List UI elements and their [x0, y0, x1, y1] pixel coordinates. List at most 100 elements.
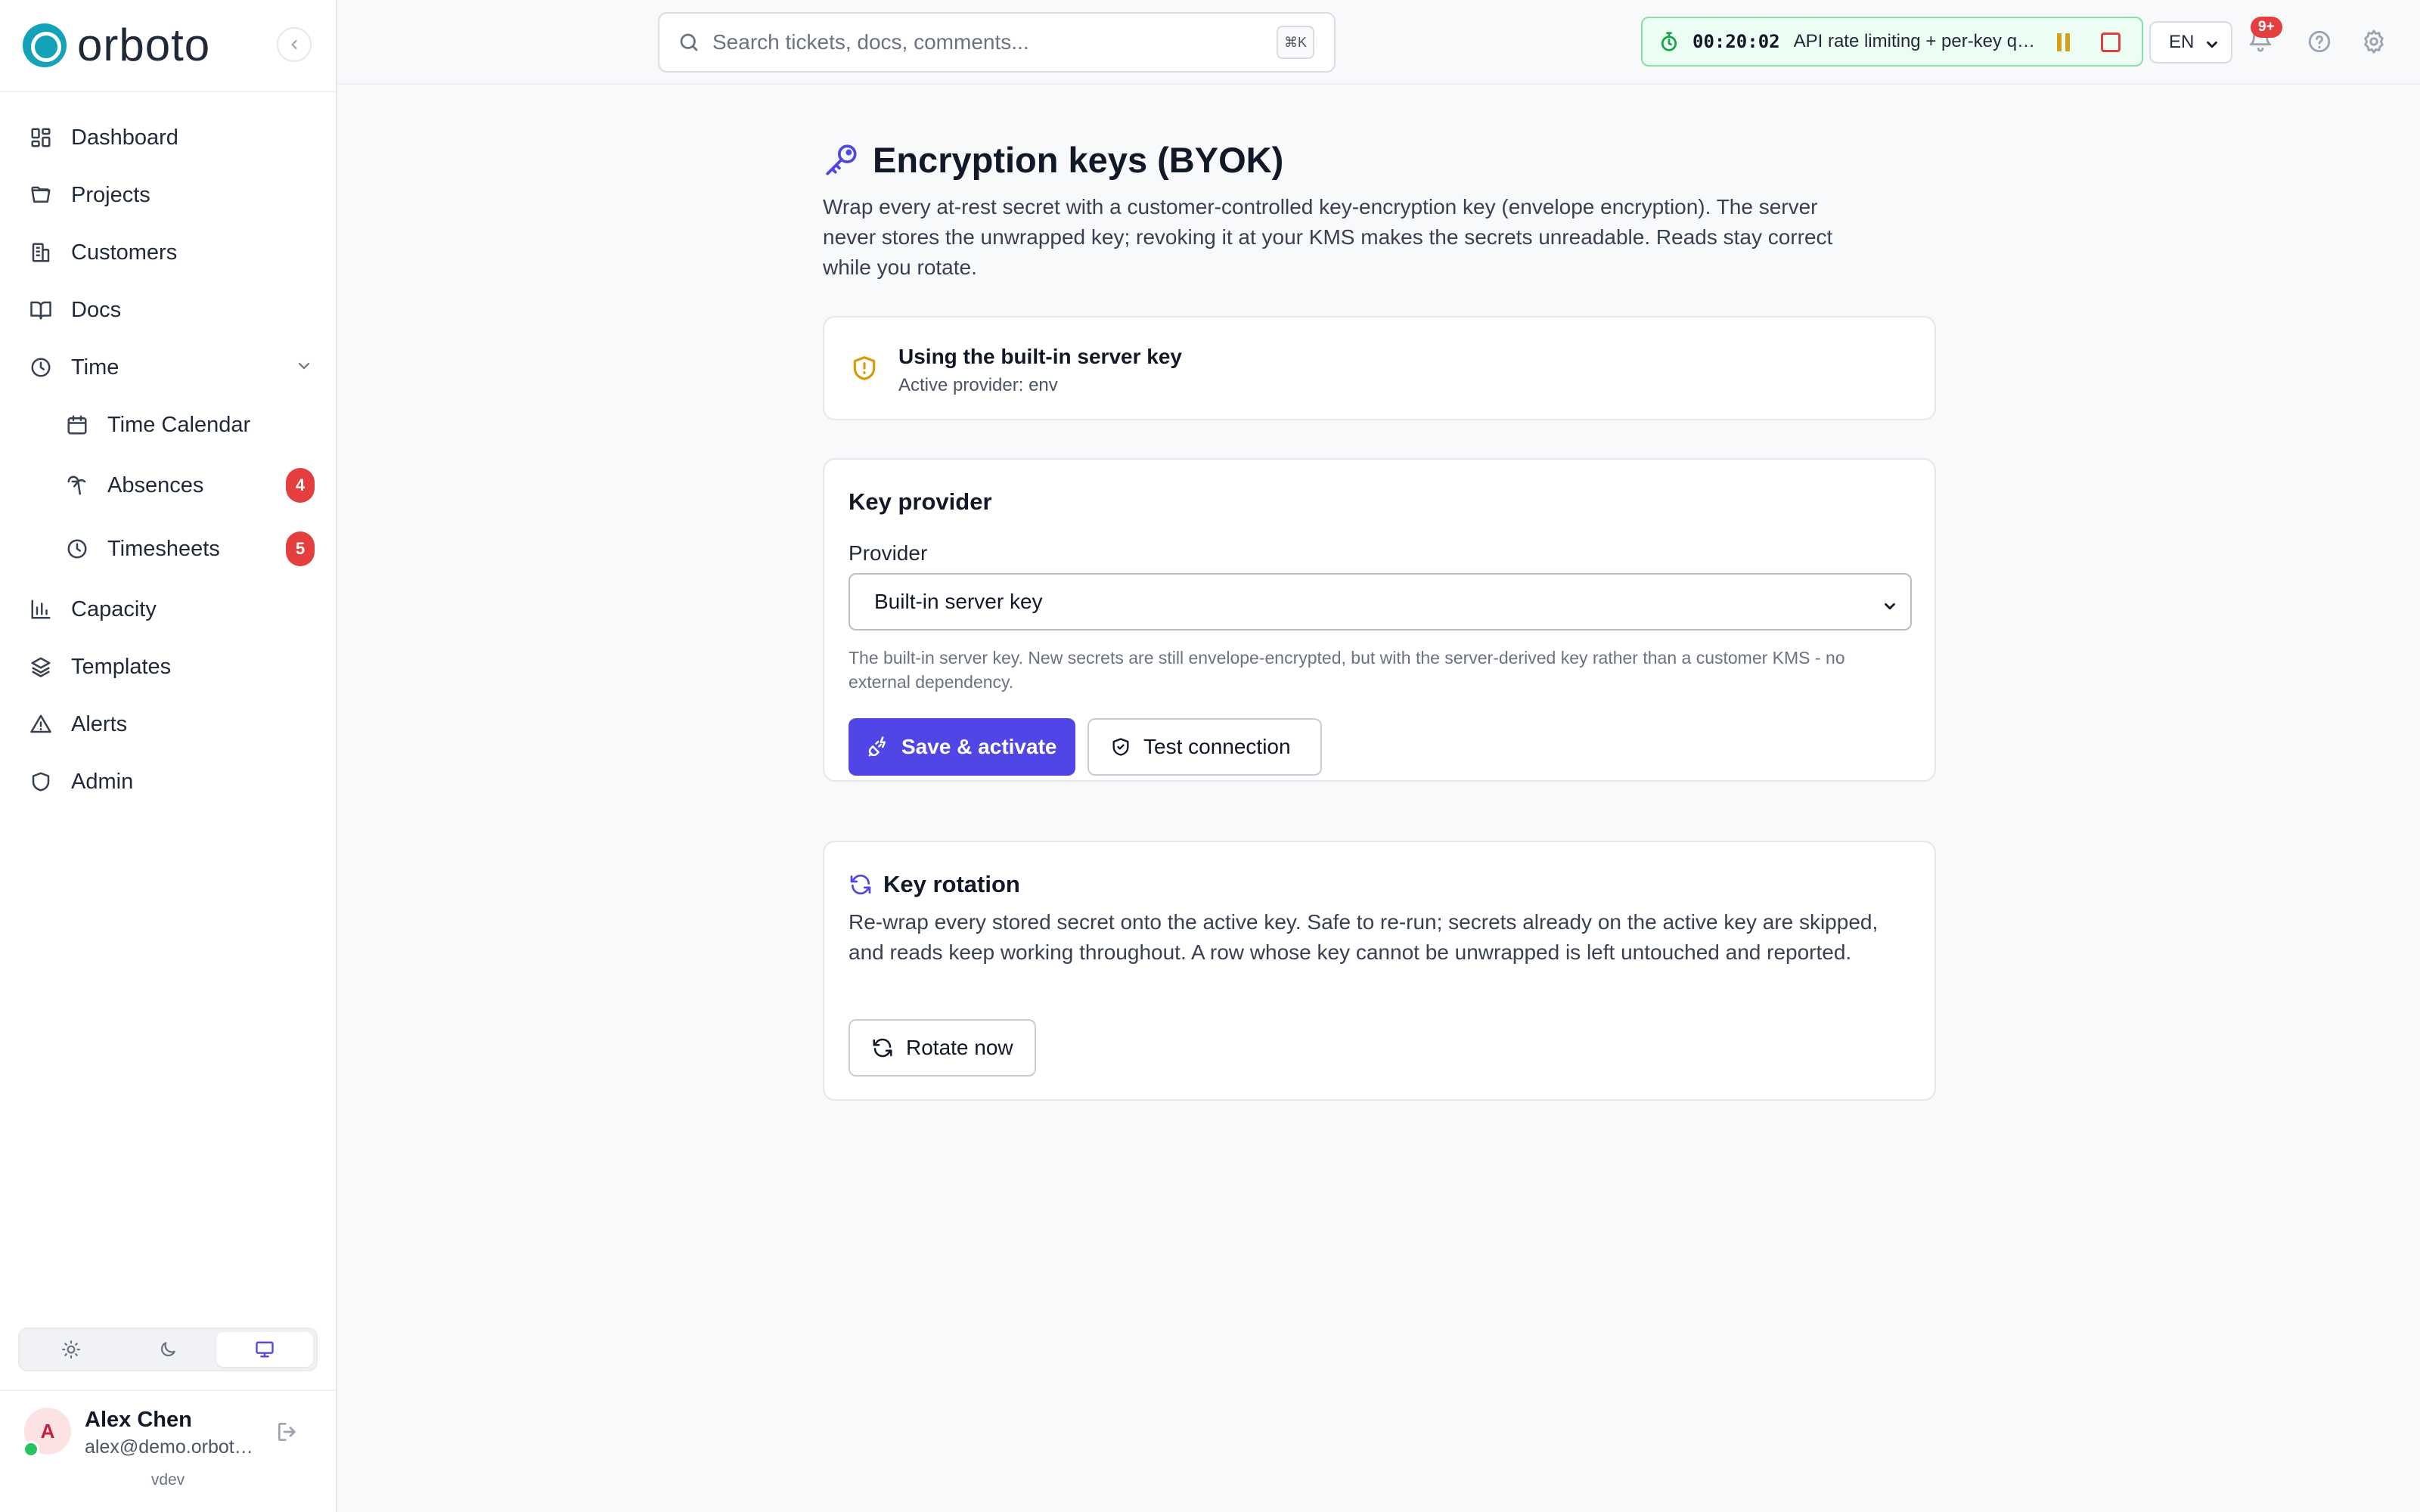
active-key-status-card: Using the built-in server key Active pro… [823, 316, 1936, 420]
help-button[interactable] [2307, 29, 2332, 58]
chevron-down-icon [2204, 36, 2220, 58]
sidebar: orboto Dashboard Projects Customers Docs… [0, 0, 337, 1512]
brand-name: orboto [77, 20, 211, 70]
folder-icon [29, 183, 53, 207]
page-header: Encryption keys (BYOK) [823, 129, 1936, 191]
save-activate-button[interactable]: Save & activate [849, 718, 1075, 776]
theme-light-button[interactable] [23, 1332, 119, 1367]
card-heading: Key rotation [883, 871, 1020, 897]
sidebar-item-label: Absences [107, 472, 204, 497]
rotation-description: Re-wrap every stored secret onto the act… [849, 910, 1879, 964]
clock-icon [29, 355, 53, 380]
sidebar-item-projects[interactable]: Projects [29, 174, 316, 216]
sidebar-item-label: Time Calendar [107, 412, 251, 437]
key-icon [823, 141, 861, 178]
refresh-icon [871, 1036, 894, 1059]
provider-help-text: The built-in server key. New secrets are… [849, 648, 1845, 692]
sidebar-item-dashboard[interactable]: Dashboard [29, 116, 316, 159]
sidebar-item-label: Templates [71, 654, 172, 679]
status-subtitle: Active provider: env [898, 375, 1058, 395]
search-input[interactable] [712, 30, 1242, 54]
notifications-badge: 9+ [2251, 17, 2282, 38]
sidebar-divider [0, 1390, 336, 1391]
sidebar-item-label: Capacity [71, 596, 157, 621]
sidebar-item-customers[interactable]: Customers [29, 231, 316, 274]
stopwatch-icon [1658, 30, 1680, 53]
sidebar-item-label: Timesheets [107, 536, 220, 561]
active-timer[interactable]: 00:20:02 API rate limiting + per-key quo… [1641, 17, 2143, 67]
provider-label: Provider [849, 541, 928, 565]
sidebar-item-capacity[interactable]: Capacity [29, 588, 316, 631]
search-icon [678, 31, 700, 54]
provider-selected-value: Built-in server key [874, 590, 1043, 613]
alert-triangle-icon [29, 712, 53, 736]
gear-icon [2364, 29, 2384, 54]
language-value: EN [2169, 32, 2195, 52]
sidebar-item-admin[interactable]: Admin [29, 761, 316, 803]
key-provider-card: Key provider Provider Built-in server ke… [823, 458, 1936, 782]
rotate-now-label: Rotate now [906, 1036, 1013, 1059]
collapse-sidebar-button[interactable] [277, 27, 312, 62]
status-title: Using the built-in server key [898, 345, 1182, 368]
chevron-down-icon [295, 357, 313, 379]
help-circle-icon [2308, 30, 2331, 53]
logout-icon [278, 1423, 296, 1441]
sidebar-item-docs[interactable]: Docs [29, 289, 316, 331]
sidebar-item-label: Dashboard [71, 125, 178, 150]
user-name: Alex Chen [85, 1408, 192, 1432]
page-title: Encryption keys (BYOK) [873, 139, 1284, 180]
test-connection-label: Test connection [1143, 735, 1291, 758]
global-search[interactable]: ⌘K [658, 12, 1336, 73]
sidebar-item-absences[interactable]: Absences 4 [65, 464, 315, 507]
sidebar-item-label: Time [71, 355, 119, 380]
palm-tree-icon [65, 473, 89, 497]
user-email: alex@demo.orboto.io [85, 1436, 259, 1458]
logout-button[interactable] [275, 1420, 299, 1448]
bar-chart-icon [29, 597, 53, 621]
test-connection-button[interactable]: Test connection [1087, 718, 1322, 776]
orboto-logo-icon [23, 23, 67, 67]
user-profile[interactable]: A Alex Chen alex@demo.orboto.io [23, 1406, 319, 1459]
settings-button[interactable] [2361, 29, 2387, 58]
brand[interactable]: orboto [23, 21, 210, 70]
sidebar-item-label: Admin [71, 769, 134, 794]
sidebar-item-templates[interactable]: Templates [29, 646, 316, 688]
card-heading: Key provider [849, 488, 992, 515]
provider-select[interactable]: Built-in server key [849, 573, 1912, 631]
search-shortcut-hint: ⌘K [1277, 26, 1314, 59]
book-icon [29, 298, 53, 322]
sidebar-item-alerts[interactable]: Alerts [29, 703, 316, 745]
layers-icon [29, 655, 53, 679]
rotate-now-button[interactable]: Rotate now [849, 1019, 1036, 1077]
theme-dark-button[interactable] [119, 1332, 216, 1367]
sidebar-item-timesheets[interactable]: Timesheets 5 [65, 528, 315, 570]
sidebar-item-label: Projects [71, 182, 150, 207]
sidebar-item-label: Customers [71, 240, 178, 265]
online-status-dot [23, 1441, 39, 1458]
moon-icon [160, 1342, 175, 1357]
sidebar-item-time[interactable]: Time [29, 346, 316, 389]
sidebar-item-time-calendar[interactable]: Time Calendar [65, 404, 315, 446]
shield-check-icon [1110, 736, 1131, 758]
key-rotation-card: Key rotation Re-wrap every stored secret… [823, 841, 1936, 1101]
save-activate-label: Save & activate [901, 735, 1057, 758]
language-select[interactable]: EN [2149, 21, 2232, 64]
chevron-down-icon [1882, 596, 1898, 620]
rotation-header: Key rotation [849, 871, 1020, 898]
theme-switcher [18, 1328, 318, 1371]
sidebar-divider [0, 91, 336, 92]
stop-timer-button[interactable] [2101, 33, 2121, 52]
building-icon [29, 240, 53, 265]
shield-icon [29, 770, 53, 794]
pause-timer-button[interactable] [2057, 33, 2070, 51]
timer-elapsed: 00:20:02 [1692, 31, 1780, 52]
sidebar-item-label: Alerts [71, 711, 128, 736]
chevron-left-icon [291, 39, 297, 50]
sidebar-item-label: Docs [71, 297, 122, 322]
shield-alert-icon [850, 354, 879, 386]
app-version: vdev [150, 1471, 185, 1489]
dashboard-icon [29, 125, 53, 150]
topbar: ⌘K 00:20:02 API rate limiting + per-key … [337, 0, 2420, 85]
clock-icon [65, 537, 89, 561]
theme-system-button[interactable] [216, 1332, 313, 1367]
